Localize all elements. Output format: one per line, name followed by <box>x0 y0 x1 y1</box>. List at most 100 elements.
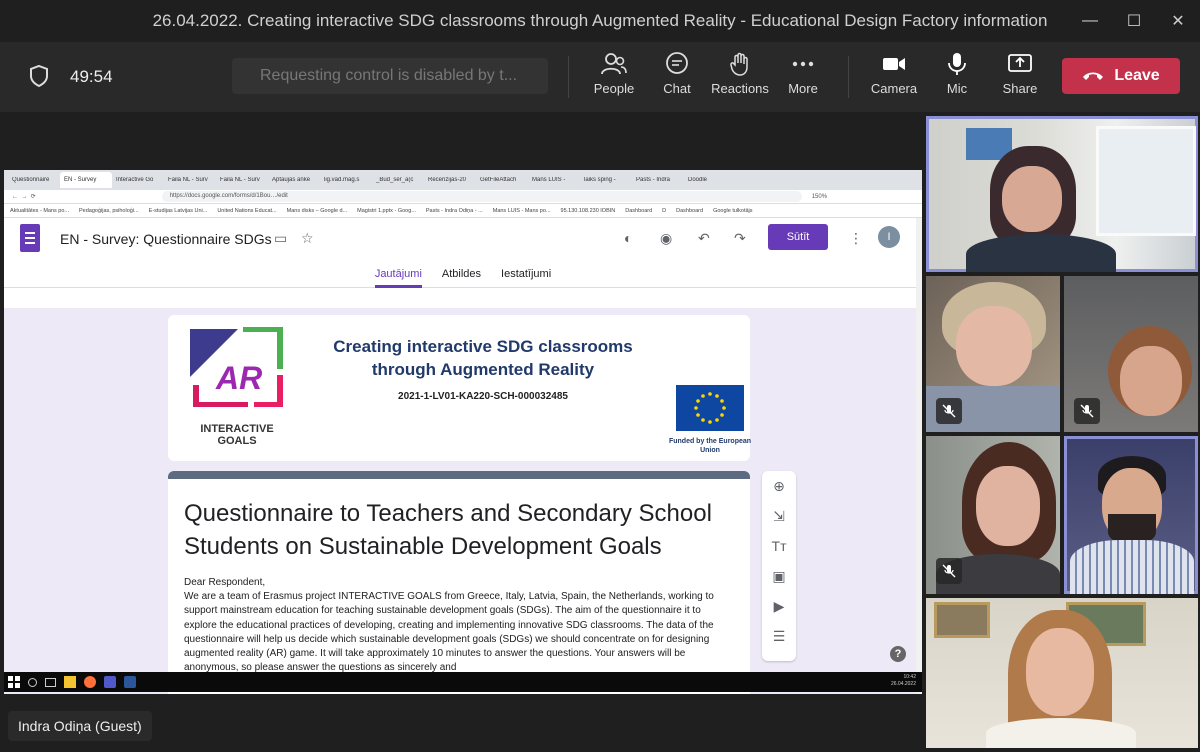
firefox-icon[interactable] <box>84 676 96 688</box>
form-description[interactable]: Dear Respondent, We are a team of Erasmu… <box>184 576 736 675</box>
more-vertical-icon[interactable]: ⋮ <box>849 230 863 247</box>
word-icon[interactable] <box>124 676 136 688</box>
mic-button[interactable]: Mic <box>922 52 992 96</box>
bookmark-item[interactable]: Google tulkotājs <box>713 208 752 214</box>
leave-button[interactable]: Leave <box>1062 58 1180 94</box>
browser-tab[interactable]: Recenzijas-20 <box>424 177 476 183</box>
bookmark-item[interactable]: D <box>662 208 666 214</box>
add-title-icon[interactable]: Tт <box>762 531 796 561</box>
muted-mic-icon <box>936 398 962 424</box>
tab-responses[interactable]: Atbildes <box>442 262 481 288</box>
zoom-level: 150% <box>811 193 828 200</box>
page-scrollbar[interactable] <box>916 218 922 694</box>
google-forms-icon[interactable] <box>20 224 40 252</box>
close-button[interactable]: ✕ <box>1156 0 1200 42</box>
form-title-card[interactable]: Questionnaire to Teachers and Secondary … <box>168 471 750 694</box>
participant-face <box>1026 628 1094 716</box>
bookmark-item[interactable]: United Nations Educat... <box>217 208 276 214</box>
form-description-text: We are a team of Erasmus project INTERAC… <box>184 591 714 674</box>
browser-tab[interactable]: GetFileAttach <box>476 177 528 183</box>
browser-tab[interactable]: Doodle <box>684 177 736 183</box>
browser-tab-strip: Questionnaire EN - Survey Interactive Go… <box>4 170 922 190</box>
browser-tab[interactable]: Interactive Go <box>112 177 164 183</box>
more-dots-icon <box>792 61 814 67</box>
share-screen-icon <box>1008 54 1032 72</box>
browser-tab[interactable]: _Bud_ser_a(c <box>372 177 424 183</box>
palette-icon[interactable]: ◐ <box>624 230 632 246</box>
microphone-icon <box>948 53 966 75</box>
bookmark-item[interactable]: E-studijas Latvijas Uni... <box>149 208 208 214</box>
eu-flag-icon <box>676 385 744 431</box>
people-button[interactable]: People <box>579 52 649 96</box>
form-doc-title[interactable]: EN - Survey: Questionnaire SDGs <box>60 231 272 247</box>
bookmark-item[interactable]: Pedagoģijas, psiholoģi... <box>79 208 139 214</box>
browser-tab[interactable]: Faila NL - Surv <box>216 177 268 183</box>
participant-tile[interactable] <box>926 436 1060 594</box>
import-questions-icon[interactable]: ⇲ <box>762 501 796 531</box>
browser-tab[interactable]: Faila NL - Surv <box>164 177 216 183</box>
request-control-field[interactable]: Requesting control is disabled by t... <box>232 58 548 94</box>
browser-tab[interactable]: Mans LUIS - <box>528 177 580 183</box>
question-toolbar: ⊕ ⇲ Tт ▣ ▶ ☰ <box>762 471 796 661</box>
bookmark-item[interactable]: Mans LUIS - Mans po... <box>493 208 551 214</box>
bookmark-item[interactable]: 95.130.108.230 IOBIN <box>561 208 616 214</box>
tab-settings[interactable]: Iestatījumi <box>501 262 551 288</box>
participant-face <box>1002 166 1062 232</box>
camera-button[interactable]: Camera <box>859 52 929 96</box>
browser-tab-active[interactable]: EN - Survey <box>60 172 112 188</box>
task-view-icon[interactable] <box>45 677 56 687</box>
form-header-banner: AR INTERACTIVE GOALS Creating interactiv… <box>168 315 751 461</box>
svg-text:AR: AR <box>215 360 262 396</box>
reload-icon[interactable]: ⟳ <box>31 193 36 200</box>
teams-icon[interactable] <box>104 676 116 688</box>
add-image-icon[interactable]: ▣ <box>762 561 796 591</box>
logo-text: INTERACTIVE GOALS <box>200 423 274 447</box>
bookmark-item[interactable]: Aktualitātes - Mans po... <box>10 208 69 214</box>
bookmark-item[interactable]: Dashboard <box>625 208 652 214</box>
reactions-label: Reactions <box>711 81 769 96</box>
preview-eye-icon[interactable]: ◉ <box>660 230 672 247</box>
share-button[interactable]: Share <box>985 52 1055 96</box>
more-label: More <box>788 81 818 96</box>
bookmark-item[interactable]: Magistri 1.pptx - Goog... <box>357 208 416 214</box>
bookmark-item[interactable]: Dashboard <box>676 208 703 214</box>
add-section-icon[interactable]: ☰ <box>762 621 796 651</box>
windows-start-icon[interactable] <box>8 676 20 688</box>
form-title[interactable]: Questionnaire to Teachers and Secondary … <box>184 497 744 563</box>
participant-tile[interactable] <box>926 598 1198 748</box>
wall-painting <box>934 602 990 638</box>
send-button[interactable]: Sūtīt <box>768 224 828 250</box>
browser-tab[interactable]: Aptaujas anke <box>268 177 320 183</box>
browser-tab[interactable]: Questionnaire <box>8 177 60 183</box>
undo-icon[interactable]: ↶ <box>698 230 710 247</box>
banner-headline: Creating interactive SDG classrooms thro… <box>333 337 633 379</box>
add-video-icon[interactable]: ▶ <box>762 591 796 621</box>
nav-forward-icon[interactable]: → <box>21 194 27 200</box>
browser-tab[interactable]: laiks sping - <box>580 177 632 183</box>
participant-tile[interactable] <box>926 276 1060 432</box>
reactions-button[interactable]: Reactions <box>705 52 775 96</box>
add-question-icon[interactable]: ⊕ <box>762 471 796 501</box>
nav-back-icon[interactable]: ← <box>12 194 18 200</box>
star-icon[interactable]: ☆ <box>301 230 314 247</box>
bookmark-item[interactable]: Mans disks – Google d... <box>287 208 348 214</box>
search-icon[interactable] <box>28 677 37 687</box>
maximize-button[interactable]: ☐ <box>1112 0 1156 42</box>
folder-icon[interactable]: ▭ <box>274 230 287 247</box>
file-explorer-icon[interactable] <box>64 676 76 688</box>
help-icon[interactable]: ? <box>890 646 906 662</box>
redo-icon[interactable]: ↷ <box>734 230 746 247</box>
more-button[interactable]: More <box>768 52 838 96</box>
tab-questions[interactable]: Jautājumi <box>374 262 422 288</box>
participant-tile[interactable] <box>1064 436 1198 594</box>
browser-tab[interactable]: Pasts - Indra <box>632 177 684 183</box>
avatar[interactable]: I <box>878 226 900 248</box>
bookmark-item[interactable]: Pasts - Indra Odiņa - ... <box>426 208 483 214</box>
minimize-button[interactable]: — <box>1068 0 1112 42</box>
hang-up-icon <box>1083 72 1104 80</box>
url-field[interactable]: https://docs.google.com/forms/d/1Bou…/ed… <box>161 191 802 202</box>
browser-tab[interactable]: lig.vad.mag.s <box>320 177 372 183</box>
participant-tile[interactable] <box>926 116 1198 272</box>
chat-button[interactable]: Chat <box>642 52 712 96</box>
participant-tile[interactable] <box>1064 276 1198 432</box>
